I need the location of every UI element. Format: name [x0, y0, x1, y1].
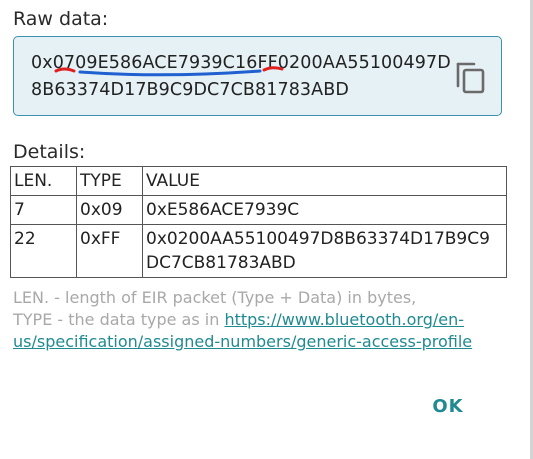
cell-type: 0xFF	[76, 224, 143, 278]
raw-data-label: Raw data:	[13, 8, 109, 30]
raw-data-box[interactable]: 0x0709E586ACE7939C16FF0200AA55100497D8B6…	[13, 36, 502, 116]
footnote-type-description: TYPE - the data type as in https://www.b…	[13, 309, 508, 353]
footnote-len-description: LEN. - length of EIR packet (Type + Data…	[13, 288, 417, 307]
raw-data-dialog: Raw data: 0x0709E586ACE7939C16FF0200AA55…	[0, 0, 533, 459]
table-row: 22 0xFF 0x0200AA55100497D8B63374D17B9C9D…	[10, 224, 507, 278]
raw-data-value[interactable]: 0x0709E586ACE7939C16FF0200AA55100497D8B6…	[31, 50, 451, 104]
cell-len: 7	[10, 195, 77, 225]
copy-icon[interactable]	[454, 59, 488, 95]
column-header-len: LEN.	[10, 166, 77, 196]
cell-value: 0x0200AA55100497D8B63374D17B9C9DC7CB8178…	[142, 224, 507, 278]
cell-value: 0xE586ACE7939C	[142, 195, 507, 225]
ok-button[interactable]: OK	[422, 390, 474, 424]
table-row: 7 0x09 0xE586ACE7939C	[10, 195, 507, 225]
footnote-type-prefix: TYPE - the data type as in	[13, 310, 225, 329]
legend-footnote: LEN. - length of EIR packet (Type + Data…	[13, 287, 508, 353]
details-table: LEN. TYPE VALUE 7 0x09 0xE586ACE7939C 22…	[10, 166, 507, 278]
column-header-value: VALUE	[142, 166, 507, 196]
details-label: Details:	[13, 141, 86, 163]
table-header-row: LEN. TYPE VALUE	[10, 166, 507, 196]
cell-type: 0x09	[76, 195, 143, 225]
column-header-type: TYPE	[76, 166, 143, 196]
cell-len: 22	[10, 224, 77, 278]
